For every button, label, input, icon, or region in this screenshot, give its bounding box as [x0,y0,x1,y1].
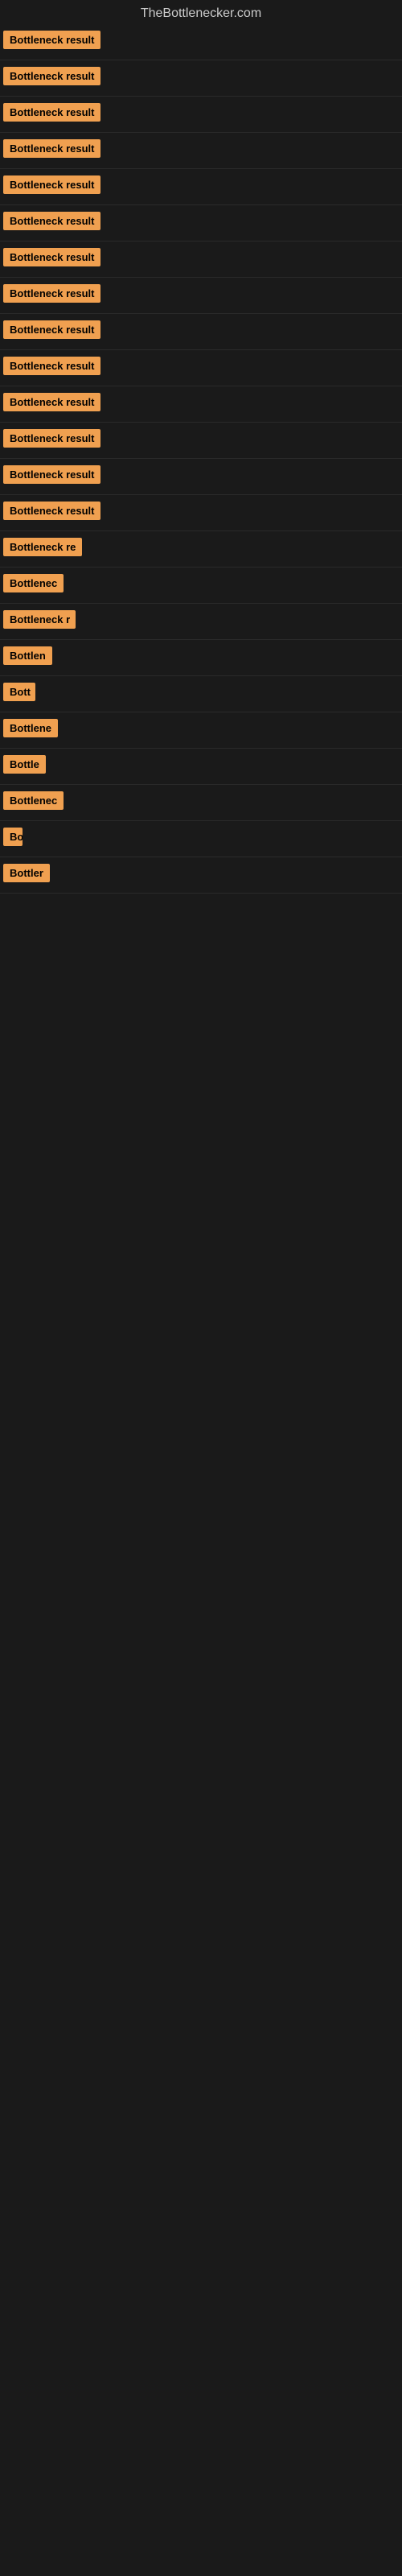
bottleneck-result-label[interactable]: Bottleneck result [3,502,100,520]
bottleneck-result-label[interactable]: Bottleneck result [3,357,100,375]
result-row: Bottleneck result [0,350,402,386]
bottleneck-result-label[interactable]: Bottle [3,755,46,774]
bottleneck-result-label[interactable]: Bottlenec [3,791,64,810]
bottleneck-result-label[interactable]: Bott [3,683,35,701]
bottleneck-result-label[interactable]: Bottleneck result [3,248,100,266]
result-row: Bottleneck result [0,97,402,133]
results-list: Bottleneck result Bottleneck result Bottle… [0,24,402,894]
bottleneck-result-label[interactable]: Bottleneck result [3,284,100,303]
bottleneck-result-label[interactable]: Bottleneck result [3,139,100,158]
bottleneck-result-label[interactable]: Bottleneck result [3,320,100,339]
bottleneck-result-label[interactable]: Bottleneck result [3,67,100,85]
result-row: Bottleneck result [0,423,402,459]
bottleneck-result-label[interactable]: Bottleneck result [3,429,100,448]
site-header: TheBottlenecker.com [0,0,402,24]
result-row: Bottleneck result [0,60,402,97]
result-row: Bottleneck result [0,386,402,423]
result-row: Bottleneck result [0,495,402,531]
result-row: Bottleneck result [0,24,402,60]
bottleneck-result-label[interactable]: Bottlene [3,719,58,737]
result-row: Bottlene [0,712,402,749]
bottleneck-result-label[interactable]: Bo [3,828,23,846]
bottleneck-result-label[interactable]: Bottlenec [3,574,64,592]
bottleneck-result-label[interactable]: Bottleneck result [3,393,100,411]
bottleneck-result-label[interactable]: Bottleneck r [3,610,76,629]
result-row: Bottleneck result [0,314,402,350]
bottleneck-result-label[interactable]: Bottler [3,864,50,882]
bottleneck-result-label[interactable]: Bottleneck re [3,538,82,556]
result-row: Bottleneck result [0,169,402,205]
result-row: Bottleneck result [0,242,402,278]
site-title: TheBottlenecker.com [0,0,402,24]
bottleneck-result-label[interactable]: Bottleneck result [3,31,100,49]
result-row: Bottleneck r [0,604,402,640]
bottleneck-result-label[interactable]: Bottleneck result [3,103,100,122]
result-row: Bottleneck result [0,459,402,495]
result-row: Bottleneck result [0,133,402,169]
bottleneck-result-label[interactable]: Bottleneck result [3,175,100,194]
result-row: Bottleneck re [0,531,402,568]
result-row: Bo [0,821,402,857]
result-row: Bott [0,676,402,712]
result-row: Bottle [0,749,402,785]
result-row: Bottler [0,857,402,894]
bottleneck-result-label[interactable]: Bottleneck result [3,465,100,484]
result-row: Bottlenec [0,785,402,821]
bottleneck-result-label[interactable]: Bottleneck result [3,212,100,230]
result-row: Bottlenec [0,568,402,604]
bottleneck-result-label[interactable]: Bottlen [3,646,52,665]
result-row: Bottleneck result [0,205,402,242]
result-row: Bottlen [0,640,402,676]
result-row: Bottleneck result [0,278,402,314]
